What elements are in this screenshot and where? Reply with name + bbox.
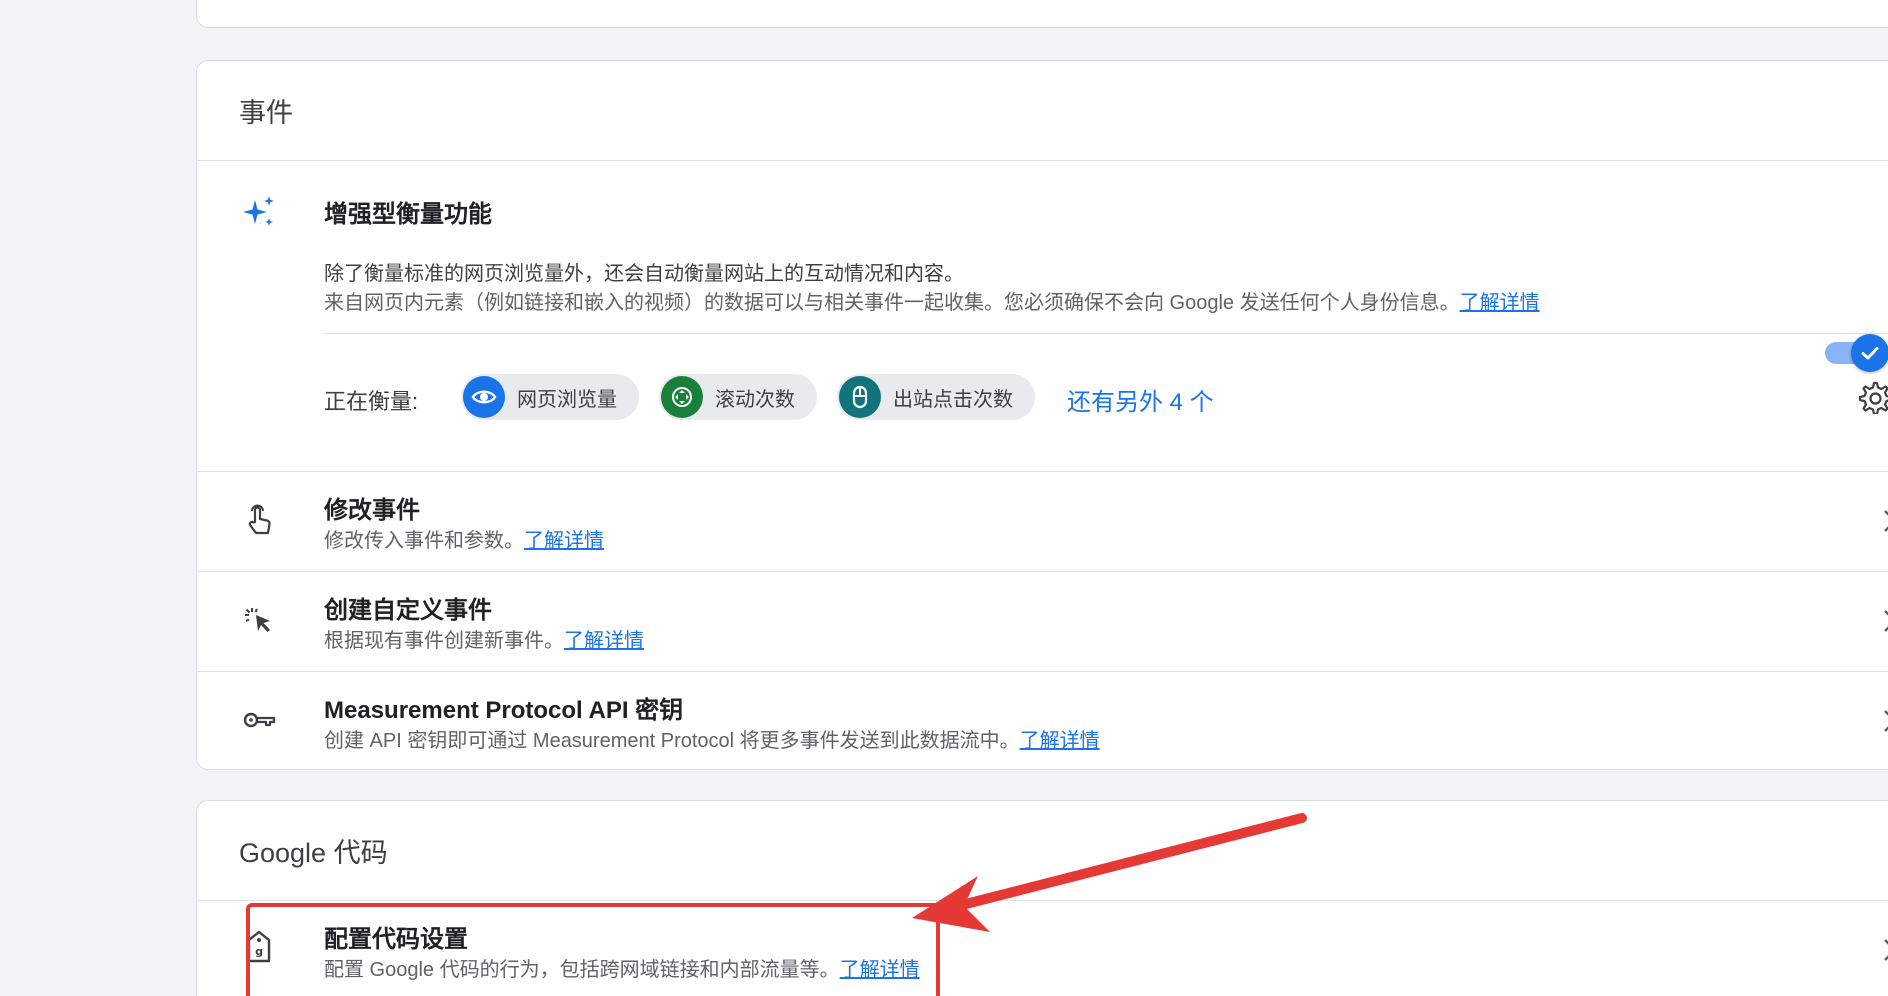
check-icon [1851,334,1888,372]
measuring-label: 正在衡量: [324,389,419,414]
eye-icon [463,376,505,418]
modify-events-desc: 修改传入事件和参数。了解详情 [324,524,604,553]
scroll-arrows-icon [661,376,703,418]
configure-tag-settings-title: 配置代码设置 [324,926,468,953]
enhanced-measurement-title: 增强型衡量功能 [324,201,492,228]
learn-more-link[interactable]: 了解详情 [564,630,644,652]
create-custom-events-title: 创建自定义事件 [324,597,492,624]
enhanced-measurement-toggle[interactable] [1825,334,1888,372]
more-measurements-link[interactable]: 还有另外 4 个 [1067,382,1214,417]
create-custom-events-row[interactable]: 创建自定义事件 根据现有事件创建新事件。了解详情 [197,571,1888,671]
chevron-right-icon [1881,506,1888,536]
sparkle-icon [241,194,277,230]
modify-events-row[interactable]: 修改事件 修改传入事件和参数。了解详情 [197,471,1888,571]
configure-tag-settings-desc: 配置 Google 代码的行为，包括跨网域链接和内部流量等。了解详情 [324,953,920,982]
measurement-protocol-desc: 创建 API 密钥即可通过 Measurement Protocol 将更多事件… [324,724,1100,753]
enhanced-measurement-desc-1: 除了衡量标准的网页浏览量外，还会自动衡量网站上的互动情况和内容。 [324,263,964,285]
learn-more-link[interactable]: 了解详情 [524,530,604,552]
chevron-right-icon [1881,606,1888,636]
modify-events-title: 修改事件 [324,497,420,524]
chevron-right-icon [1881,935,1888,965]
chip-label: 滚动次数 [715,388,795,411]
chip-outbound-clicks[interactable]: 出站点击次数 [837,374,1035,420]
measurement-protocol-row[interactable]: Measurement Protocol API 密钥 创建 API 密钥即可通… [197,671,1888,771]
mouse-icon [839,376,881,418]
create-custom-events-desc: 根据现有事件创建新事件。了解详情 [324,624,644,653]
google-tag-card-header: Google 代码 [197,801,1888,901]
page: 事件 增强型衡量功能 除了衡量标准的网页浏览量外，还会自动衡量网站上的互动情况和… [0,0,1888,996]
events-card-title: 事件 [239,98,293,128]
key-icon [241,702,277,738]
gear-icon[interactable] [1857,380,1888,416]
enhanced-measurement-desc-2-text: 来自网页内元素（例如链接和嵌入的视频）的数据可以与相关事件一起收集。您必须确保不… [324,292,1460,314]
events-card: 事件 增强型衡量功能 除了衡量标准的网页浏览量外，还会自动衡量网站上的互动情况和… [196,60,1888,770]
divider [324,333,1888,334]
google-tag-card-title: Google 代码 [239,838,388,868]
modify-events-desc-text: 修改传入事件和参数。 [324,530,524,552]
sparkle-cursor-icon [241,602,277,638]
google-tag-card: Google 代码 g 配置代码设置 配置 Google 代码的行为，包括跨网域… [196,800,1888,996]
touch-hand-icon [241,502,277,538]
svg-text:g: g [255,945,263,958]
configure-tag-settings-row[interactable]: g 配置代码设置 配置 Google 代码的行为，包括跨网域链接和内部流量等。了… [197,901,1888,996]
learn-more-link[interactable]: 了解详情 [1020,730,1100,752]
chip-scrolls[interactable]: 滚动次数 [659,374,817,420]
chip-label: 网页浏览量 [517,388,617,411]
measurement-protocol-title: Measurement Protocol API 密钥 [324,697,684,724]
configure-tag-settings-desc-text: 配置 Google 代码的行为，包括跨网域链接和内部流量等。 [324,959,840,981]
measurement-protocol-desc-text: 创建 API 密钥即可通过 Measurement Protocol 将更多事件… [324,730,1020,752]
tag-icon: g [241,929,277,965]
events-card-header: 事件 [197,61,1888,161]
previous-card [196,0,1888,28]
enhanced-measurement-desc-2: 来自网页内元素（例如链接和嵌入的视频）的数据可以与相关事件一起收集。您必须确保不… [324,286,1540,315]
learn-more-link[interactable]: 了解详情 [1460,292,1540,314]
chip-page-views[interactable]: 网页浏览量 [461,374,639,420]
chip-label: 出站点击次数 [893,388,1013,411]
chevron-right-icon [1881,706,1888,736]
create-custom-events-desc-text: 根据现有事件创建新事件。 [324,630,564,652]
learn-more-link[interactable]: 了解详情 [840,959,920,981]
